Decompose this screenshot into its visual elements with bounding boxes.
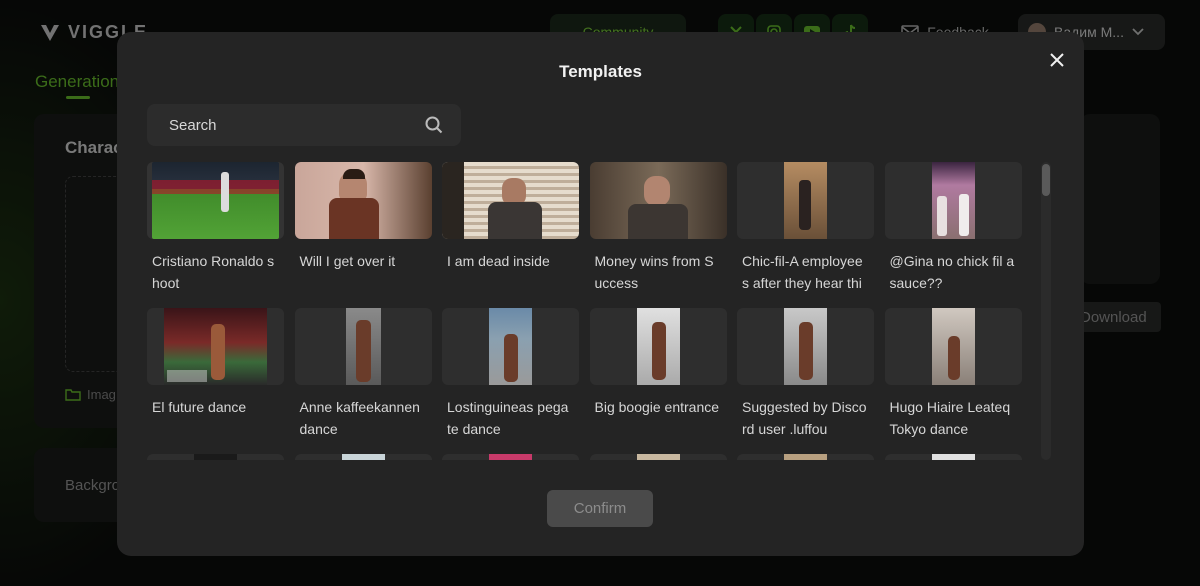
close-button[interactable]	[1045, 48, 1069, 72]
template-thumbnail	[884, 308, 1022, 385]
template-card[interactable]: Anne kaffeekannen dance	[294, 308, 432, 454]
template-thumbnail	[589, 162, 727, 239]
template-thumbnail	[294, 454, 432, 460]
template-title: Big boogie entrance	[594, 399, 720, 415]
template-card[interactable]: I am dead inside	[442, 162, 579, 308]
template-card[interactable]: Suggested by Discord user .luffou	[737, 308, 874, 454]
template-thumbnail	[589, 454, 727, 460]
template-title: Will I get over it	[299, 253, 396, 269]
template-thumbnail	[737, 162, 874, 239]
templates-grid: Cristiano Ronaldo shoot Will I get over …	[147, 162, 1023, 460]
search-input[interactable]	[167, 115, 425, 135]
template-thumbnail	[442, 454, 579, 460]
scrollbar-thumb[interactable]	[1042, 164, 1050, 196]
template-thumbnail	[589, 308, 727, 385]
template-thumbnail	[147, 162, 284, 239]
template-title: El future dance	[152, 399, 247, 415]
template-title: I am dead inside	[447, 253, 550, 269]
template-card[interactable]: Cristiano Ronaldo shoot	[147, 162, 284, 308]
template-card[interactable]: Will I get over it	[294, 162, 432, 308]
modal-title: Templates	[559, 62, 642, 81]
template-card[interactable]: El future dance	[147, 308, 284, 454]
template-card[interactable]	[884, 454, 1022, 460]
template-card[interactable]: @Gina no chick fil a sauce??	[884, 162, 1022, 308]
template-thumbnail	[147, 454, 284, 460]
template-thumbnail	[442, 162, 579, 239]
template-thumbnail	[147, 308, 284, 385]
template-card[interactable]: Lostinguineas pegate dance	[442, 308, 579, 454]
template-card[interactable]	[147, 454, 284, 460]
search-icon[interactable]	[425, 116, 443, 134]
templates-modal: Templates Cristiano Ronaldo shoot	[117, 32, 1084, 556]
templates-grid-viewport: Cristiano Ronaldo shoot Will I get over …	[147, 162, 1023, 460]
template-title: Cristiano Ronaldo shoot	[152, 253, 275, 291]
template-card[interactable]	[442, 454, 579, 460]
template-thumbnail	[294, 308, 432, 385]
template-card[interactable]: Big boogie entrance	[589, 308, 727, 454]
confirm-button[interactable]: Confirm	[547, 490, 653, 527]
template-title: Suggested by Discord user .luffou	[742, 399, 867, 437]
template-thumbnail	[884, 162, 1022, 239]
template-title: @Gina no chick fil a sauce??	[889, 253, 1015, 291]
scrollbar[interactable]	[1041, 162, 1051, 460]
template-thumbnail	[737, 308, 874, 385]
template-thumbnail	[294, 162, 432, 239]
template-card[interactable]: Hugo Hiaire Leateq Tokyo dance	[884, 308, 1022, 454]
template-card[interactable]: Money wins from Success	[589, 162, 727, 308]
template-title: Money wins from Success	[594, 253, 714, 291]
template-title: Hugo Hiaire Leateq Tokyo dance	[889, 399, 1011, 437]
template-card[interactable]	[294, 454, 432, 460]
close-icon	[1050, 53, 1064, 67]
template-title: Anne kaffeekannen dance	[299, 399, 420, 437]
template-title: Chic-fil-A employees after they hear thi…	[742, 253, 863, 291]
template-card[interactable]	[737, 454, 874, 460]
template-thumbnail	[737, 454, 874, 460]
template-title: Lostinguineas pegate dance	[447, 399, 569, 437]
search-box	[147, 104, 461, 146]
template-card[interactable]: Chic-fil-A employees after they hear thi…	[737, 162, 874, 308]
template-card[interactable]	[589, 454, 727, 460]
template-thumbnail	[884, 454, 1022, 460]
template-thumbnail	[442, 308, 579, 385]
